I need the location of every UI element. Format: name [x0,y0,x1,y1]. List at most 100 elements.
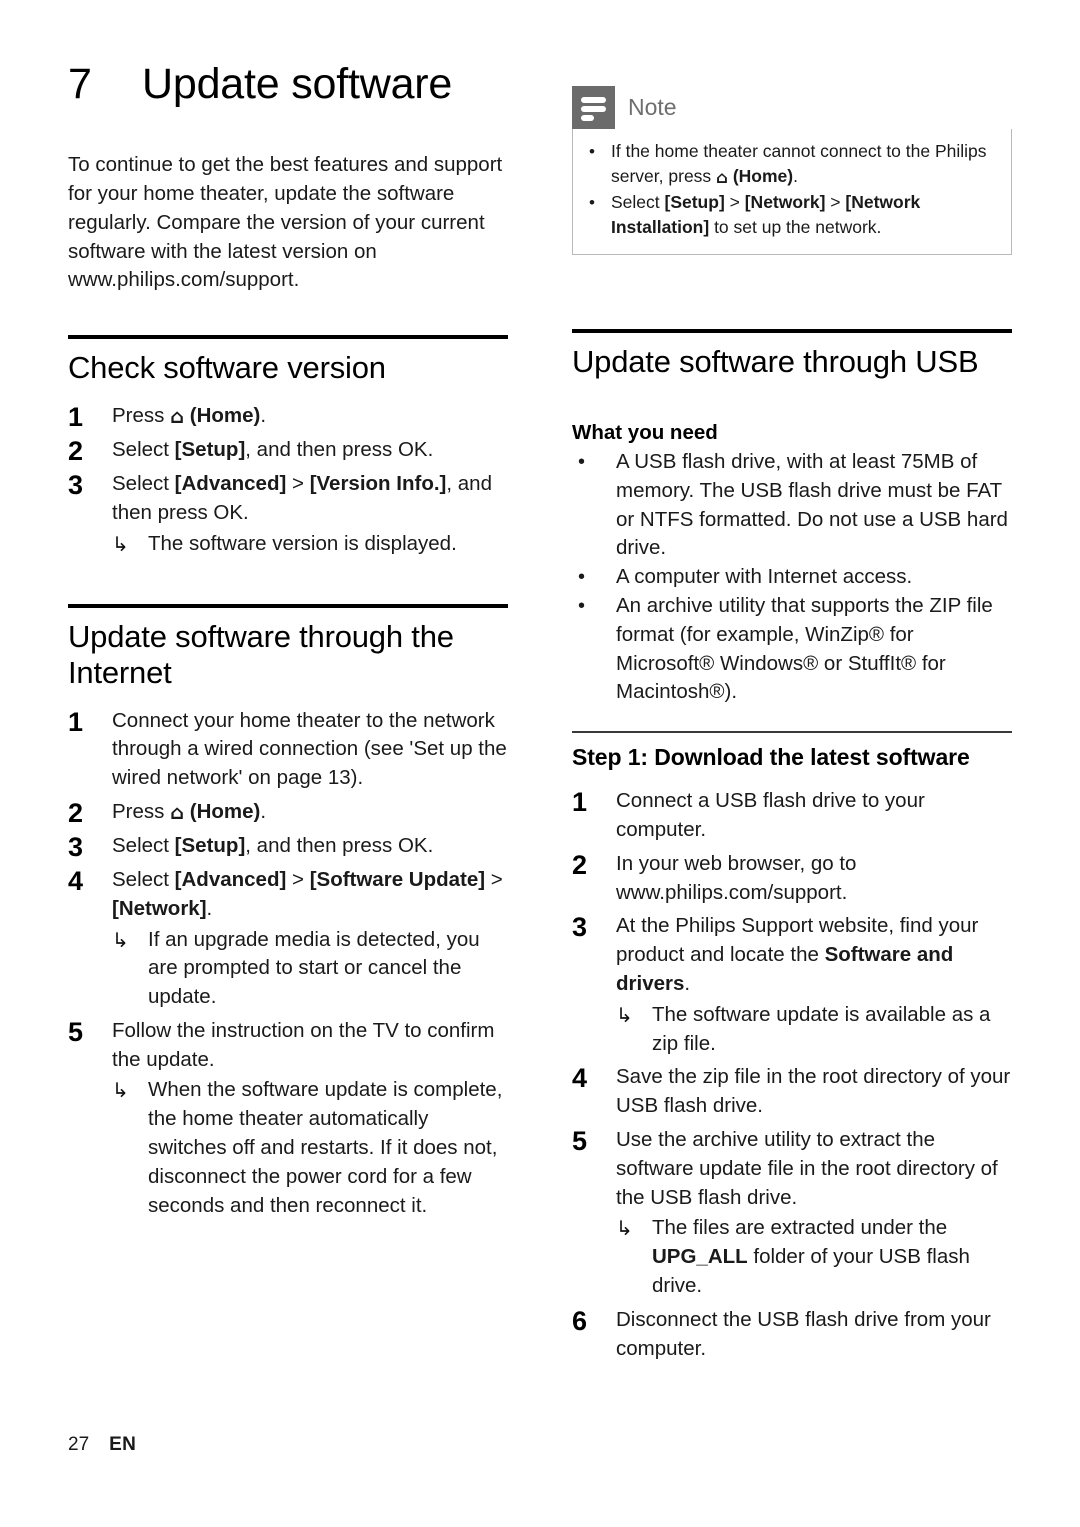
home-icon: ⌂ [716,168,728,187]
step-number: 3 [572,912,588,943]
note-text-post: to set up the network. [709,217,882,237]
intro-paragraph: To continue to get the best features and… [68,153,503,292]
note-item-text: If the home theater cannot connect to th… [611,139,997,189]
step-text: Select [Advanced] > [Version Info.], and… [112,470,508,558]
step-text-post: . [684,971,691,995]
result-arrow-icon: ↳ [616,1216,633,1241]
result-text: If an upgrade media is detected, you are… [148,927,480,1009]
note-text-bold1: [Setup] [664,192,725,212]
section-heading-check-version: Check software version [68,350,386,386]
result-text-bold: UPG_ALL [652,1245,748,1269]
result-arrow-icon: ↳ [112,531,129,556]
step-item: 2 Select [Setup], and then press OK. [68,436,508,465]
step-result: ↳ The software version is displayed. [112,530,508,559]
step-text-bold3: [Network] [112,896,207,920]
step-text: Select [Setup], and then press OK. [112,832,508,861]
subsection-divider [572,731,1012,734]
note-text-bold2: [Network] [744,192,826,212]
step-text: In your web browser, go to www.philips.c… [616,851,857,904]
step-item: 5 Follow the instruction on the TV to co… [68,1017,508,1221]
step-text: Use the archive utility to extract the s… [616,1126,1012,1301]
note-item-text: Select [Setup] > [Network] > [Network In… [611,190,997,240]
note-text-post: . [793,166,798,186]
step-text-post: . [260,404,267,428]
step-item: 2 Press ⌂ (Home). [68,798,508,827]
bullet-icon: • [578,566,586,589]
note-icon [572,86,615,129]
step-number: 4 [572,1063,588,1094]
bullet-icon: • [589,193,595,212]
step-number: 3 [68,831,84,862]
note-list-item: • Select [Setup] > [Network] > [Network … [583,190,997,240]
list-item: • A computer with Internet access. [572,563,1012,592]
step-number: 1 [68,706,84,737]
step-item: 4 Save the zip file in the root director… [572,1063,1012,1121]
note-list: • If the home theater cannot connect to … [583,139,997,240]
bullet-icon: • [589,142,595,161]
manual-page: 7 Update software To continue to get the… [0,0,1080,1527]
step-item: 1 Press ⌂ (Home). [68,402,508,431]
step-text-post: . [260,799,267,823]
step-number: 3 [68,470,84,501]
list-item-text: An archive utility that supports the ZIP… [616,593,993,704]
steps-check-version: 1 Press ⌂ (Home). 2 Select [Setup], and … [68,402,508,558]
step-number: 1 [572,787,588,818]
step-number: 2 [572,849,588,880]
step-text-bold: [Advanced] [174,472,287,496]
step-text-bold: (Home) [189,404,261,428]
step-text-main: Follow the instruction on the TV to conf… [112,1018,495,1071]
steps-internet: 1 Connect your home theater to the netwo… [68,707,508,1221]
step-text-mid: > [286,867,310,891]
step-number: 5 [68,1016,84,1047]
step-item: 5 Use the archive utility to extract the… [572,1126,1012,1301]
step-text: Save the zip file in the root directory … [616,1065,1011,1118]
step-result: ↳ When the software update is complete, … [112,1076,508,1220]
step-text: At the Philips Support website, find you… [616,912,1012,1058]
note-icon-bar [581,115,594,121]
step-text-pre: Select [112,472,175,496]
step-text-post: , and then press OK. [245,438,434,462]
note-text-pre: If the home theater cannot connect to th… [611,141,987,186]
step-text-pre: Select [112,867,175,891]
step-text-bold: [Advanced] [174,867,287,891]
step-text-pre: Press [112,404,171,428]
step-number: 6 [572,1305,588,1336]
section-divider [572,329,1012,333]
what-you-need-list: • A USB flash drive, with at least 75MB … [572,448,1012,707]
step-text-pre: Select [112,833,175,857]
step-item: 3 Select [Setup], and then press OK. [68,832,508,861]
step-text-mid: > [286,472,310,496]
list-item: • An archive utility that supports the Z… [572,592,1012,707]
page-number: 27 [68,1434,90,1455]
step-text-main: Use the archive utility to extract the s… [616,1127,998,1209]
result-arrow-icon: ↳ [112,1078,129,1103]
step-result: ↳ The software update is available as a … [616,1001,1012,1059]
section-heading-usb: Update software through USB [572,344,979,379]
note-title: Note [628,94,677,120]
step-text: Select [Setup], and then press OK. [112,436,508,465]
page-footer: 27 EN [68,1434,136,1456]
step-text: Connect a USB flash drive to your comput… [616,789,925,841]
note-text-bold: (Home) [732,166,794,186]
step-text-post: , and then press OK. [245,833,434,857]
note-text-sep2: > [825,192,846,212]
steps-download: 1 Connect a USB flash drive to your comp… [572,787,1012,1363]
step-text-pre: Select [112,438,175,462]
step-text-bold2: [Version Info.] [309,472,447,496]
section-heading-internet: Update software through the Internet [68,618,454,690]
step-text: Select [Advanced] > [Software Update] > … [112,866,508,1012]
result-arrow-icon: ↳ [112,927,129,952]
home-icon: ⌂ [170,800,185,824]
note-callout: Note • If the home theater cannot connec… [572,86,1012,255]
step-item: 1 Connect your home theater to the netwo… [68,707,508,793]
note-text-pre: Select [611,192,665,212]
result-text: When the software update is complete, th… [148,1078,503,1217]
note-list-item: • If the home theater cannot connect to … [583,139,997,189]
step-number: 4 [68,865,84,896]
list-item: • A USB flash drive, with at least 75MB … [572,448,1012,563]
step-text-post: . [206,896,213,920]
step-text-pre: Press [112,799,171,823]
